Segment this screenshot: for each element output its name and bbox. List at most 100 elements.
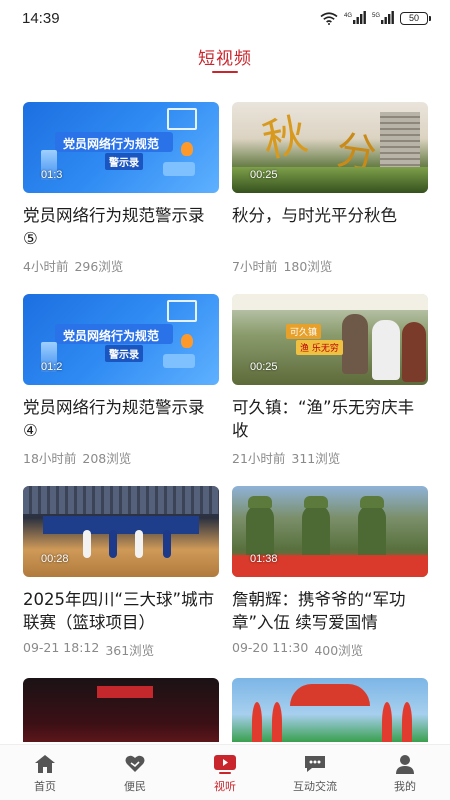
tab-label: 我的 [394,780,416,793]
video-title[interactable]: 党员网络行为规范警示录④ [23,396,219,442]
title-underline [212,71,238,73]
video-title[interactable]: 2025年四川“三大球”城市联赛（篮球项目） [23,588,219,634]
flag-graphic [252,702,262,742]
tab-interaction[interactable]: 互动交流 [270,745,360,800]
status-bar: 14:39 4G 5G 50 [0,0,450,36]
page-header: 短视频 [0,36,450,78]
video-views: 361浏览 [105,643,155,658]
building-graphic [380,112,420,172]
video-time-ago: 21小时前 [232,451,286,466]
video-time-ago: 4小时前 [23,259,69,274]
video-duration: 00:25 [250,361,278,373]
video-duration: 00:25 [250,169,278,181]
video-thumbnail[interactable]: 秋 分 00:25 [232,102,428,193]
video-thumbnail[interactable]: 党员网络行为规范 警示录 01:2 [23,294,219,385]
tab-mine[interactable]: 我的 [360,745,450,800]
wifi-icon [320,11,338,25]
video-views: 208浏览 [82,451,132,466]
video-title[interactable]: 可久镇：“渔”乐无穷庆丰收 [232,396,428,442]
video-card[interactable]: 00:28 2025年四川“三大球”城市联赛（篮球项目） 09-21 18:12… [23,486,219,659]
monitor-graphic [167,108,197,130]
video-title[interactable]: 党员网络行为规范警示录⑤ [23,204,219,250]
video-thumbnail[interactable]: 党员网络行为规范 警示录 01:3 [23,102,219,193]
video-thumbnail[interactable]: 可久镇 渔 乐无穷 00:25 [232,294,428,385]
video-duration: 01:38 [250,553,278,565]
battery-icon: 50 [400,11,431,25]
video-views: 180浏览 [283,259,333,274]
flag-graphic [402,702,412,742]
thumb-banner-text: 党员网络行为规范 [63,137,160,151]
video-title[interactable]: 秋分，与时光平分秋色 [232,204,428,250]
thumb-calligraphy: 秋 [258,108,312,168]
video-time-ago: 09-20 11:30 [232,640,309,655]
cell-signal-icon: 4G [344,11,366,24]
play-video-icon [213,753,237,775]
stands-graphic [23,486,219,514]
thumb-tag-2: 渔 乐无穷 [296,340,343,355]
cap-graphic [360,496,384,508]
video-meta: 21小时前 311浏览 [232,448,428,467]
stand-graphic [163,354,195,368]
player-figure [83,530,91,558]
tab-convenience[interactable]: 便民 [90,745,180,800]
video-views: 296浏览 [74,259,124,274]
video-views: 400浏览 [314,643,364,658]
person-figure [342,314,368,374]
thumb-sub-text: 警示录 [105,345,143,362]
status-icons: 4G 5G 50 [320,11,431,25]
video-duration: 00:28 [41,553,69,565]
tab-audiovisual[interactable]: 视听 [180,745,270,800]
player-figure [163,530,171,558]
banner-board-graphic [43,516,199,534]
video-thumbnail[interactable]: 01:38 [232,486,428,577]
video-title[interactable]: 詹朝辉：携爷爷的“军功章”入伍 续写爱国情 [232,588,428,634]
video-thumbnail[interactable] [23,678,219,742]
video-time-ago: 18小时前 [23,451,77,466]
tab-label: 首页 [34,780,56,793]
video-meta: 09-20 11:30 400浏览 [232,640,428,659]
video-card[interactable] [232,678,428,742]
video-card[interactable]: 秋 分 00:25 秋分，与时光平分秋色 7小时前 180浏览 [232,102,428,275]
video-meta: 18小时前 208浏览 [23,448,219,467]
monitor-graphic [167,300,197,322]
person-figure [402,322,426,382]
video-meta: 4小时前 296浏览 [23,256,219,275]
cap-graphic [304,496,328,508]
flag-graphic [382,702,392,742]
video-time-ago: 7小时前 [232,259,278,274]
home-icon [33,753,57,775]
video-meta: 09-21 18:12 361浏览 [23,640,219,659]
thumb-tag: 可久镇 [286,324,322,339]
video-thumbnail[interactable]: 00:28 [23,486,219,577]
video-views: 311浏览 [291,451,341,466]
header-band [232,294,428,310]
video-thumbnail[interactable] [232,678,428,742]
cell-signal-icon-2: 5G [372,11,394,24]
video-card[interactable]: 01:38 詹朝辉：携爷爷的“军功章”入伍 续写爱国情 09-20 11:30 … [232,486,428,659]
status-time: 14:39 [22,9,60,27]
video-feed[interactable]: 党员网络行为规范 警示录 01:3 党员网络行为规范警示录⑤ 4小时前 296浏… [0,90,450,742]
thumb-sub-text: 警示录 [105,153,143,170]
cap-graphic [248,496,272,508]
svg-text:5G: 5G [372,13,380,19]
stage-screen-graphic [97,686,153,698]
video-duration: 01:2 [41,361,63,373]
user-icon [393,753,417,775]
tab-label: 便民 [124,780,146,793]
tab-label: 互动交流 [293,780,337,793]
player-figure [135,530,143,558]
svg-text:4G: 4G [344,13,352,19]
page-title: 短视频 [198,49,252,69]
tab-home[interactable]: 首页 [0,745,90,800]
chat-icon [303,753,327,775]
video-card[interactable]: 党员网络行为规范 警示录 01:3 党员网络行为规范警示录⑤ 4小时前 296浏… [23,102,219,275]
arch-graphic [290,684,370,706]
video-meta: 7小时前 180浏览 [232,256,428,275]
video-card[interactable]: 党员网络行为规范 警示录 01:2 党员网络行为规范警示录④ 18小时前 208… [23,294,219,467]
flag-graphic [272,702,282,742]
video-card[interactable]: 可久镇 渔 乐无穷 00:25 可久镇：“渔”乐无穷庆丰收 21小时前 311浏… [232,294,428,467]
person-figure [372,320,400,380]
video-card[interactable] [23,678,219,742]
tab-label: 视听 [214,780,236,793]
thumb-banner-text: 党员网络行为规范 [63,329,160,343]
